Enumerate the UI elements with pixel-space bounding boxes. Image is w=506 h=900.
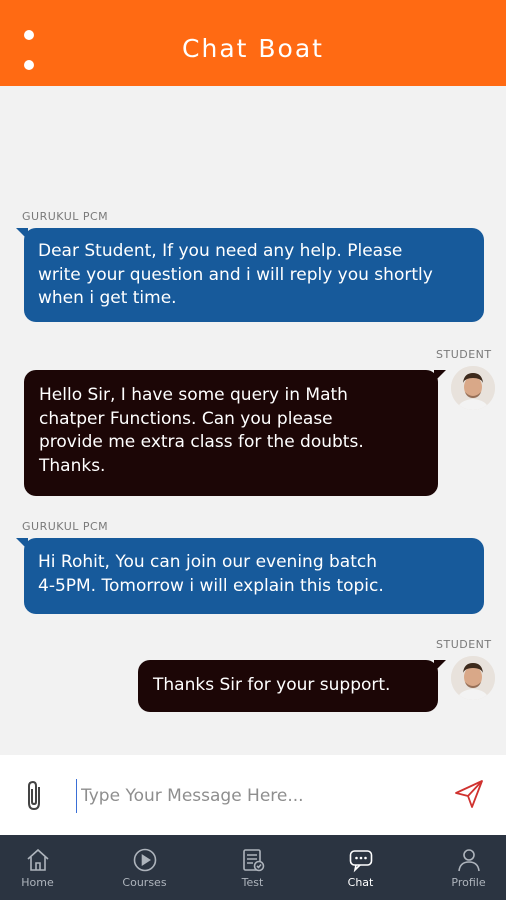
message-sender: GURUKUL PCM — [22, 520, 109, 533]
nav-item-courses[interactable]: Courses — [94, 835, 195, 900]
page-title: Chat Boat — [182, 34, 324, 63]
nav-label: Home — [21, 876, 54, 889]
send-icon[interactable] — [452, 777, 486, 811]
student-avatar — [451, 366, 495, 410]
message-line: provide me extra class for the doubts. — [39, 432, 364, 452]
message-bubble-outgoing: Hello Sir, I have some query in Math cha… — [24, 370, 446, 496]
message-sender: STUDENT — [436, 348, 492, 361]
message-sender: GURUKUL PCM — [22, 210, 109, 223]
message-line: 4-5PM. Tomorrow i will explain this topi… — [38, 575, 384, 596]
nav-label: Test — [241, 876, 264, 889]
message-line: chatper Functions. Can you please — [39, 408, 333, 429]
home-icon — [27, 848, 49, 871]
message-input[interactable] — [76, 779, 436, 813]
message-line: Thanks. — [39, 455, 106, 476]
nav-label: Profile — [451, 876, 486, 889]
bottom-navigation: Home Courses Test Chat Profile — [0, 835, 506, 900]
nav-item-chat[interactable]: Chat — [310, 835, 411, 900]
message-composer — [0, 755, 506, 835]
nav-item-home[interactable]: Home — [0, 835, 88, 900]
test-icon — [243, 849, 265, 872]
message-line: Dear Student, If you need any help. Plea… — [38, 241, 403, 261]
message-line: Hello Sir, I have some query in Math — [39, 385, 348, 405]
nav-item-test[interactable]: Test — [202, 835, 303, 900]
app-header: Chat Boat — [0, 0, 506, 86]
nav-item-profile[interactable]: Profile — [418, 835, 506, 900]
paperclip-icon[interactable] — [22, 779, 48, 813]
message-bubble-incoming: Dear Student, If you need any help. Plea… — [16, 228, 484, 322]
nav-label: Courses — [122, 876, 167, 889]
profile-icon — [458, 849, 480, 872]
message-sender: STUDENT — [436, 638, 492, 651]
message-line: write your question and i will reply you… — [38, 264, 433, 285]
message-bubble-incoming: Hi Rohit, You can join our evening batch… — [16, 538, 484, 614]
chat-icon — [349, 850, 373, 873]
message-line: Thanks Sir for your support. — [153, 675, 391, 695]
message-line: Hi Rohit, You can join our evening batch — [38, 552, 378, 572]
message-bubble-outgoing: Thanks Sir for your support. — [138, 660, 446, 712]
student-avatar — [451, 656, 495, 700]
nav-label: Chat — [347, 876, 374, 889]
message-line: when i get time. — [38, 288, 177, 308]
play-circle-icon — [133, 848, 157, 872]
